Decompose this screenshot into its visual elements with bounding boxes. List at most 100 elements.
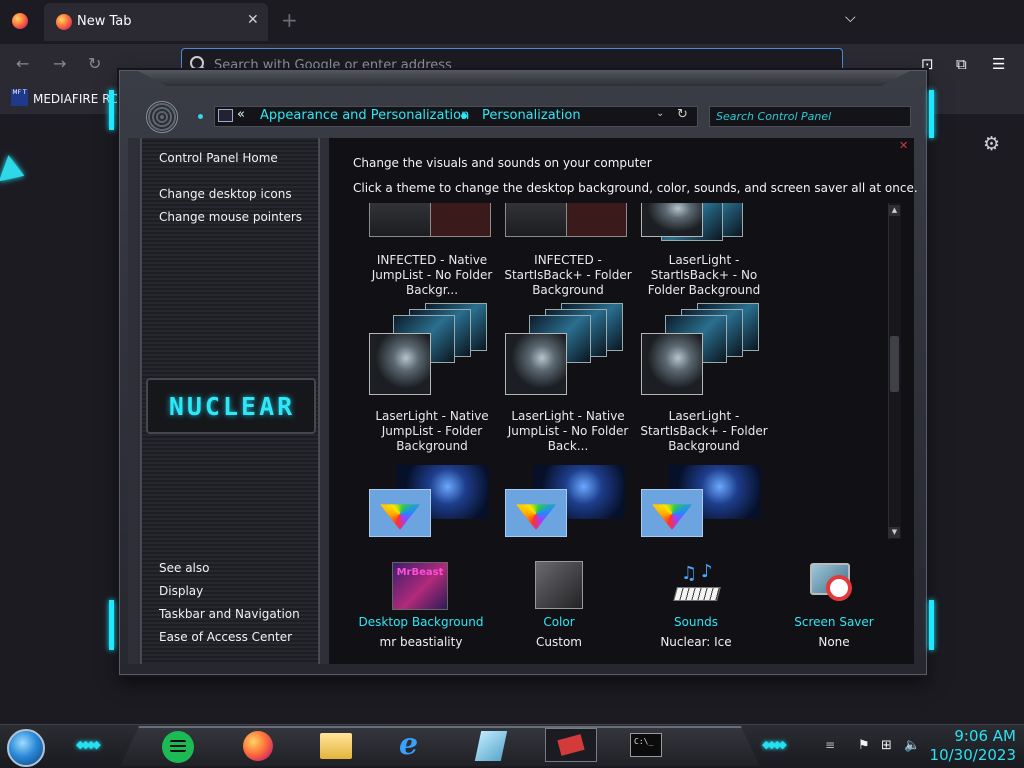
start-button[interactable] — [7, 729, 45, 767]
theme-preview-image — [641, 203, 703, 237]
flag-icon[interactable]: ⚑ — [858, 738, 870, 753]
bookmark-item-label[interactable]: MEDIAFIRE RO — [33, 92, 120, 106]
no-entry-icon — [826, 575, 852, 601]
glow-accent — [109, 600, 114, 650]
internet-explorer-taskbar-icon[interactable]: e — [399, 730, 431, 762]
theme-preview-image — [505, 333, 567, 395]
spotify-taskbar-icon[interactable] — [162, 731, 194, 763]
gear-icon[interactable]: ⚙ — [983, 133, 1000, 155]
taskbar-center-plate — [120, 726, 760, 766]
glow-accent — [929, 90, 934, 138]
theme-preview-image — [429, 203, 491, 237]
theme-label: INFECTED - Native JumpList - No Folder B… — [371, 253, 493, 297]
search-icon — [190, 56, 204, 70]
theme-thumbnail — [641, 303, 761, 395]
window-orb-icon — [146, 101, 178, 133]
command-prompt-taskbar-icon[interactable]: C:\_ — [630, 733, 662, 757]
breadcrumb-appearance[interactable]: Appearance and Personalization — [260, 108, 469, 123]
change-mouse-pointers-link[interactable]: Change mouse pointers — [159, 210, 302, 224]
keyboard-icon — [673, 587, 721, 601]
close-tab-icon[interactable]: ✕ — [247, 12, 259, 28]
firefox-taskbar-icon[interactable] — [243, 731, 273, 761]
clock-date[interactable]: 10/30/2023 — [928, 746, 1016, 764]
theme-item[interactable] — [625, 465, 761, 539]
menu-icon[interactable]: ☰ — [992, 55, 1005, 73]
scroll-up-button[interactable]: ▲ — [889, 205, 900, 216]
firefox-view-icon[interactable] — [12, 13, 28, 29]
theme-item[interactable] — [353, 465, 489, 539]
desktop-background-icon[interactable]: MrBeast — [392, 562, 448, 610]
theme-thumbnail — [369, 465, 489, 539]
theme-item[interactable]: LaserLight - StartIsBack+ - Folder Backg… — [625, 303, 768, 453]
desktop-background-link[interactable]: Desktop Background — [351, 615, 491, 629]
close-icon[interactable]: ✕ — [899, 139, 908, 152]
taskbar-navigation-link[interactable]: Taskbar and Navigation — [159, 607, 300, 621]
taskbar-chevron-icon: ◆◆◆◆ — [76, 738, 101, 751]
theme-label: LaserLight - Native JumpList - Folder Ba… — [375, 409, 489, 453]
address-dropdown-icon[interactable]: ⌄ — [656, 108, 664, 119]
left-frame — [319, 138, 329, 664]
network-icon[interactable]: ⊞ — [881, 738, 892, 753]
display-link[interactable]: Display — [159, 584, 203, 598]
breadcrumb-overflow-button[interactable]: « — [237, 107, 245, 122]
theme-preview-image — [505, 489, 567, 537]
theme-item[interactable]: LaserLight - Native JumpList - Folder Ba… — [353, 303, 489, 453]
theme-preview-image — [565, 203, 627, 237]
new-tab-button[interactable]: + — [281, 8, 298, 32]
sounds-link[interactable]: Sounds — [626, 615, 766, 629]
tab-title: New Tab — [77, 14, 132, 29]
show-hidden-icons-icon[interactable]: ≡ — [825, 738, 835, 752]
music-note-icon: ♪ — [701, 561, 713, 582]
theme-preview-image — [641, 489, 703, 537]
window-top-plate — [136, 70, 912, 86]
screen-saver-icon[interactable] — [806, 561, 862, 609]
scroll-thumb[interactable] — [890, 336, 899, 392]
file-explorer-taskbar-icon[interactable] — [320, 733, 352, 759]
theme-preview-image — [641, 333, 703, 395]
nuclear-logo-text: NUCLEAR — [168, 392, 296, 421]
screen-saver-value: None — [818, 635, 850, 649]
theme-preview-image — [369, 333, 431, 395]
volume-icon[interactable]: 🔈 — [904, 738, 920, 753]
theme-gallery: INFECTED - Native JumpList - No Folder B… — [353, 203, 886, 539]
ease-of-access-link[interactable]: Ease of Access Center — [159, 630, 292, 644]
theme-preview-image — [505, 203, 567, 237]
left-frame — [128, 138, 141, 664]
sounds-icon[interactable]: ♫ ♪ — [669, 561, 725, 609]
theme-thumbnail — [641, 465, 761, 539]
theme-label: LaserLight - Native JumpList - No Folder… — [507, 409, 629, 453]
screen-saver-link[interactable]: Screen Saver — [764, 615, 904, 629]
music-note-icon: ♫ — [681, 563, 698, 584]
control-panel-search-input[interactable] — [709, 106, 911, 127]
theme-item[interactable]: LaserLight - Native JumpList - No Folder… — [489, 303, 628, 453]
list-all-tabs-icon[interactable]: ⌵ — [845, 10, 856, 26]
scroll-down-button[interactable]: ▼ — [889, 527, 900, 538]
breadcrumb-personalization[interactable]: Personalization — [482, 108, 581, 123]
refresh-icon[interactable]: ↻ — [677, 107, 688, 122]
page-title: Change the visuals and sounds on your co… — [353, 156, 652, 170]
sounds-value: Nuclear: Ice — [660, 635, 732, 649]
color-swatch-icon[interactable] — [535, 561, 583, 609]
change-desktop-icons-link[interactable]: Change desktop icons — [159, 187, 292, 201]
color-value: Custom — [536, 635, 582, 649]
personalization-taskbar-icon[interactable] — [545, 728, 597, 762]
theme-thumbnail — [505, 303, 625, 395]
theme-item[interactable] — [489, 465, 625, 539]
taskbar-chevron-icon: ◆◆◆◆ — [762, 738, 787, 751]
see-also-heading: See also — [159, 561, 210, 575]
theme-preview-image — [369, 203, 431, 237]
control-panel-icon — [218, 109, 233, 122]
window-dot-icon — [198, 114, 203, 119]
breadcrumb-separator-icon[interactable] — [461, 113, 467, 119]
control-panel-home-link[interactable]: Control Panel Home — [159, 151, 278, 165]
back-button[interactable]: ← — [16, 54, 29, 73]
theme-label: INFECTED - StartIsBack+ - Folder Backgro… — [504, 253, 632, 297]
clock-time[interactable]: 9:06 AM — [932, 727, 1016, 745]
tab-new-tab[interactable]: New Tab ✕ — [44, 3, 268, 41]
glow-accent — [109, 90, 114, 130]
forward-button[interactable]: → — [53, 54, 66, 73]
theme-preview-image — [369, 489, 431, 537]
reload-button[interactable]: ↻ — [88, 54, 101, 73]
color-link[interactable]: Color — [489, 615, 629, 629]
extensions-icon[interactable]: ⧉ — [956, 55, 967, 73]
